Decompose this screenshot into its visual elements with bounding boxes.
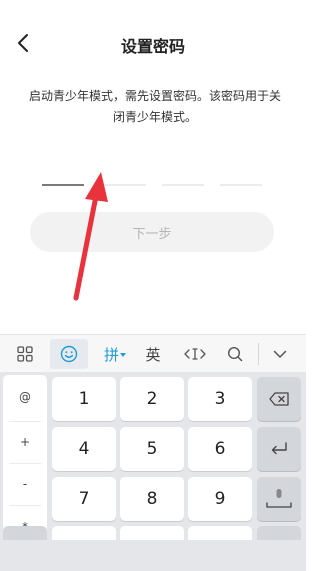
mic-icon: [266, 489, 292, 508]
cursor-move-icon[interactable]: [180, 339, 210, 369]
enter-icon: [271, 442, 287, 455]
backspace-key[interactable]: [257, 377, 301, 421]
bottom-right-key[interactable]: [257, 526, 301, 540]
emoji-icon[interactable]: [50, 339, 88, 369]
digit-key-1[interactable]: 1: [52, 377, 116, 421]
page-title: 设置密码: [120, 37, 185, 56]
digit-key-8[interactable]: 8: [120, 477, 184, 521]
digit-key-2[interactable]: 2: [120, 377, 184, 421]
toolbar-divider: [258, 343, 259, 365]
digit-key-7[interactable]: 7: [52, 477, 116, 521]
digit-key-6[interactable]: 6: [188, 427, 252, 471]
english-label: 英: [145, 345, 161, 364]
voice-space-key[interactable]: [257, 477, 301, 521]
bottom-key[interactable]: [52, 526, 116, 540]
digit-key-4[interactable]: 4: [52, 427, 116, 471]
next-step-button[interactable]: 下一步: [30, 212, 274, 252]
bottom-key[interactable]: [120, 526, 184, 540]
password-slot: [162, 184, 204, 186]
symbol-key-at[interactable]: @: [3, 377, 47, 417]
ime-toolbar: 拼 英: [0, 334, 306, 372]
digit-key-5[interactable]: 5: [120, 427, 184, 471]
pinyin-label: 拼: [103, 345, 119, 364]
description-text: 启动青少年模式，需先设置密码。该密码用于关闭青少年模式。: [28, 89, 281, 124]
pinyin-key[interactable]: 拼: [100, 339, 130, 369]
header: 设置密码: [0, 0, 306, 88]
digit-key-9[interactable]: 9: [188, 477, 252, 521]
english-key[interactable]: 英: [140, 339, 166, 369]
password-slot: [104, 184, 146, 186]
symbol-key-minus[interactable]: -: [3, 464, 47, 504]
search-icon[interactable]: [222, 339, 248, 369]
password-slot: [42, 184, 84, 186]
bottom-left-key[interactable]: [3, 526, 47, 540]
symbol-key-plus[interactable]: +: [3, 422, 47, 462]
digit-key-3[interactable]: 3: [188, 377, 252, 421]
keyboard-bottom-edge: [0, 540, 306, 571]
divider: [9, 505, 41, 506]
enter-key[interactable]: [257, 427, 301, 471]
password-input[interactable]: [42, 170, 266, 186]
grid-icon[interactable]: [12, 339, 38, 369]
backspace-icon: [269, 392, 289, 406]
password-slot: [220, 184, 262, 186]
bottom-key[interactable]: [188, 526, 252, 540]
collapse-keyboard-icon[interactable]: [266, 339, 294, 369]
